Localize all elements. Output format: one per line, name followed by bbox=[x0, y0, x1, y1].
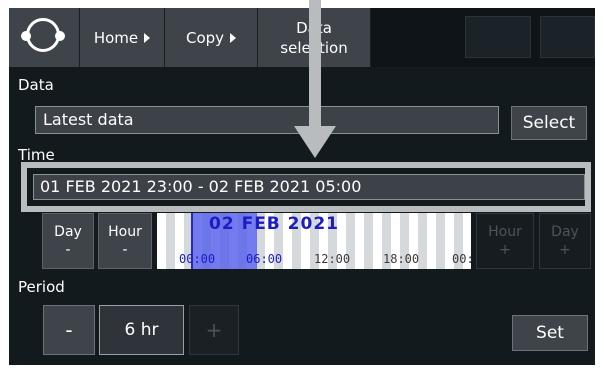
down-arrow-head-icon bbox=[294, 126, 336, 158]
breadcrumb-copy[interactable]: Copy bbox=[165, 8, 258, 67]
hour-minus-label: Hour bbox=[108, 224, 142, 240]
data-label: Data bbox=[18, 76, 54, 94]
timeline-bar[interactable]: 02 FEB 2021 00:00 06:00 12:00 18:00 00: bbox=[157, 213, 471, 269]
hour-plus-button[interactable]: Hour + bbox=[476, 213, 534, 269]
timeline-tick: 18:00 bbox=[383, 252, 420, 266]
hour-minus-button[interactable]: Hour - bbox=[98, 213, 152, 269]
timeline-tick: 06:00 bbox=[246, 252, 283, 266]
hour-minus-sign: - bbox=[122, 242, 128, 258]
day-minus-sign: - bbox=[65, 242, 71, 258]
nav-empty-slot bbox=[465, 16, 531, 58]
period-minus-button[interactable]: - bbox=[43, 305, 95, 355]
day-plus-sign: + bbox=[559, 242, 571, 258]
timeline-tick: 12:00 bbox=[314, 252, 351, 266]
breadcrumb-home-label: Home bbox=[93, 28, 139, 47]
hour-plus-label: Hour bbox=[488, 224, 522, 240]
select-button[interactable]: Select bbox=[511, 106, 587, 140]
period-value: 6 hr bbox=[99, 305, 184, 355]
period-label: Period bbox=[18, 278, 65, 296]
day-plus-label: Day bbox=[551, 224, 579, 240]
triangle-right-icon bbox=[144, 32, 151, 43]
breadcrumb-home[interactable]: Home bbox=[80, 8, 165, 67]
timeline-tick: 00: bbox=[452, 252, 471, 266]
time-range-field[interactable]: 01 FEB 2021 23:00 - 02 FEB 2021 05:00 bbox=[33, 174, 585, 200]
period-plus-button[interactable]: + bbox=[189, 305, 239, 355]
timeline-tick: 00:00 bbox=[179, 252, 216, 266]
data-value-field[interactable]: Latest data bbox=[35, 106, 499, 134]
timeline-date: 02 FEB 2021 bbox=[209, 214, 339, 234]
down-arrow-icon bbox=[309, 0, 321, 128]
breadcrumb-copy-label: Copy bbox=[185, 28, 225, 47]
top-nav-bar: Home Copy Data selection bbox=[9, 8, 595, 67]
triangle-right-icon bbox=[230, 32, 237, 43]
nav-empty-slot bbox=[540, 16, 595, 58]
hour-plus-sign: + bbox=[499, 242, 511, 258]
day-plus-button[interactable]: Day + bbox=[539, 213, 591, 269]
menu-dot-left-icon bbox=[21, 31, 31, 41]
day-minus-button[interactable]: Day - bbox=[42, 213, 94, 269]
menu-dot-right-icon bbox=[55, 31, 65, 41]
day-minus-label: Day bbox=[54, 224, 82, 240]
menu-button[interactable] bbox=[9, 8, 80, 67]
set-button[interactable]: Set bbox=[512, 315, 588, 351]
